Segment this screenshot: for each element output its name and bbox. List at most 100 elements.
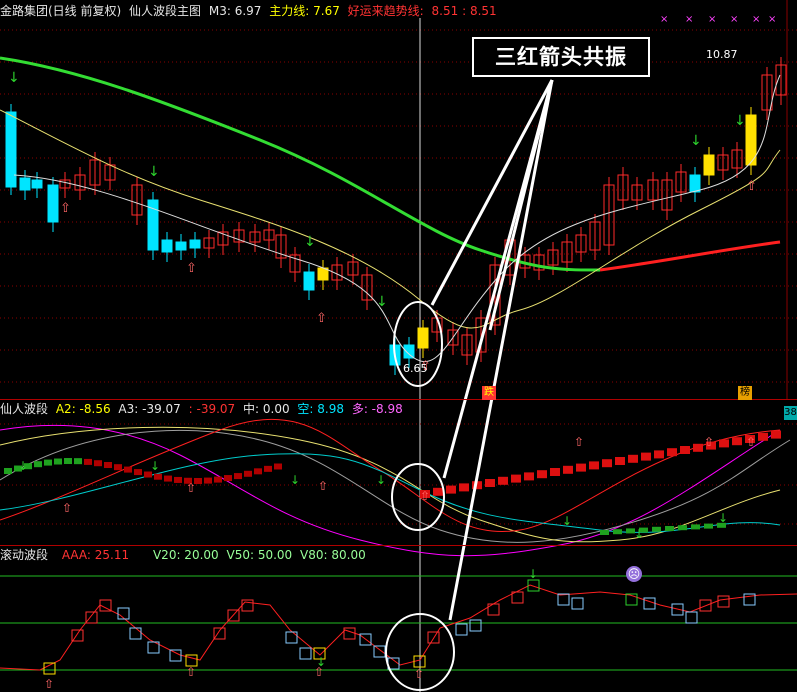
rolling-box bbox=[285, 631, 298, 644]
up-arrow-icon: ⇧ bbox=[420, 489, 430, 503]
up-arrow-icon: ⇧ bbox=[318, 479, 328, 493]
marker-icon: × bbox=[768, 14, 776, 25]
osc-block bbox=[44, 459, 52, 466]
rolling-box bbox=[299, 647, 312, 660]
osc-block bbox=[254, 468, 262, 475]
osc-block bbox=[164, 475, 172, 482]
down-arrow-icon: ↓ bbox=[634, 527, 644, 541]
osc-block bbox=[264, 465, 272, 472]
osc-block bbox=[693, 443, 703, 452]
chart-canvas[interactable]: ↓ ↓ ↓ ↓ ↓ ↓ ⇧ ⇧ ⇧ ⇧ ⇧ × × × × × × ⇧ ⇧ ⇧ ⇧ ⇧ ⇧ ⇧ ↓ ↓ ↓ ↓ ↓ ↓ ↓ ⇧ ⇧ ⇧ ⇧ ↓ ↓ bbox=[0, 0, 797, 692]
osc-block bbox=[433, 487, 443, 496]
osc-gray-line bbox=[0, 429, 791, 543]
osc-block bbox=[124, 466, 132, 473]
rolling-box bbox=[85, 611, 98, 624]
osc-block bbox=[667, 448, 677, 457]
trend-line-label: 好运来趋势线: bbox=[347, 4, 424, 18]
empty-value: 空: 8.98 bbox=[297, 402, 344, 416]
down-arrow-icon: ↓ bbox=[18, 459, 28, 473]
callout-pointer-line bbox=[488, 79, 554, 331]
up-arrow-icon: ⇧ bbox=[44, 677, 54, 691]
rolling-box bbox=[343, 627, 356, 640]
osc-block bbox=[654, 450, 664, 459]
marker-icon: × bbox=[752, 14, 760, 25]
down-arrow-icon: ↓ bbox=[690, 133, 702, 149]
main-pane-header: 金路集团(日线 前复权) 仙人波段主图 M3: 6.97 主力线: 7.67 好… bbox=[0, 2, 501, 20]
osc-magenta-line bbox=[0, 424, 781, 557]
v80-value: V80: 80.00 bbox=[300, 548, 366, 562]
oscillator-header: 仙人波段 A2: -8.56 A3: -39.07 : -39.07 中: 0.… bbox=[0, 400, 407, 418]
up-arrow-icon: ⇧ bbox=[414, 667, 424, 681]
ma-white-line bbox=[13, 74, 781, 362]
osc-block bbox=[576, 463, 586, 472]
rolling-title: 滚动波段 bbox=[0, 548, 49, 562]
down-arrow-icon: ↓ bbox=[562, 514, 572, 528]
rolling-box bbox=[643, 597, 656, 610]
scale-tag: 38 bbox=[784, 406, 797, 420]
many-value: 多: -8.98 bbox=[351, 402, 403, 416]
aaa-value: AAA: 25.11 bbox=[61, 548, 130, 562]
rolling-header: 滚动波段 AAA: 25.11 V20: 20.00 V50: 50.00 V8… bbox=[0, 546, 370, 564]
up-arrow-icon: ⇧ bbox=[704, 435, 714, 449]
candle-body bbox=[689, 174, 701, 193]
osc-block bbox=[524, 472, 534, 481]
osc-block bbox=[615, 457, 625, 465]
osc-block bbox=[459, 483, 469, 492]
osc-block bbox=[74, 458, 82, 465]
high-price-label: 10.87 bbox=[706, 48, 738, 61]
callout-pointer-line bbox=[430, 79, 554, 306]
osc-block bbox=[589, 461, 599, 470]
osc-block bbox=[758, 432, 768, 441]
rolling-box bbox=[129, 627, 142, 640]
down-arrow-icon: ↓ bbox=[8, 70, 20, 86]
down-arrow-icon: ↓ bbox=[304, 234, 316, 250]
main-candlestick-pane[interactable]: ↓↓↓↓↓↓⇧⇧⇧⇧⇧× × × × × × bbox=[0, 14, 787, 375]
rolling-box bbox=[169, 649, 182, 662]
marker-icon: × bbox=[730, 14, 738, 25]
osc-block bbox=[613, 529, 622, 535]
down-arrow-icon: ↓ bbox=[376, 294, 388, 310]
a2-value: A2: -8.56 bbox=[55, 402, 111, 416]
osc-block bbox=[691, 524, 700, 530]
osc-block bbox=[537, 470, 547, 479]
v20-value: V20: 20.00 bbox=[152, 548, 219, 562]
candle-body bbox=[19, 177, 31, 191]
osc-block bbox=[244, 470, 252, 477]
osc-block bbox=[628, 454, 638, 463]
up-arrow-icon: ⇧ bbox=[186, 261, 197, 276]
candle-body bbox=[403, 344, 415, 359]
a3-value: A3: -39.07 bbox=[118, 402, 181, 416]
up-arrow-icon: ⇧ bbox=[186, 665, 196, 679]
candle-body bbox=[303, 271, 315, 291]
trend-line-values: 8.51 : 8.51 bbox=[431, 4, 497, 18]
highlight-ellipse-osc bbox=[391, 463, 445, 531]
v50-value: V50: 50.00 bbox=[226, 548, 293, 562]
main-line-value: 主力线: 7.67 bbox=[269, 4, 340, 18]
candle-body bbox=[417, 327, 429, 349]
down-arrow-icon: ↓ bbox=[718, 511, 728, 525]
osc-block bbox=[234, 473, 242, 480]
candle-body bbox=[5, 111, 17, 188]
down-arrow-icon: ↓ bbox=[148, 164, 160, 180]
down-arrow-icon: ↓ bbox=[376, 473, 386, 487]
annotation-layer bbox=[385, 79, 554, 691]
osc-block bbox=[204, 477, 212, 484]
rolling-box bbox=[571, 597, 584, 610]
a3-secondary-value: : -39.07 bbox=[188, 402, 236, 416]
osc-block bbox=[214, 476, 222, 483]
osc-block bbox=[563, 465, 573, 474]
up-arrow-icon: ⇧ bbox=[746, 179, 757, 194]
osc-block bbox=[94, 460, 102, 467]
up-arrow-icon: ⇧ bbox=[316, 311, 327, 326]
osc-block bbox=[704, 523, 713, 529]
osc-block bbox=[114, 464, 122, 471]
down-arrow-icon: ↓ bbox=[290, 473, 300, 487]
rolling-box bbox=[557, 593, 570, 606]
osc-block bbox=[4, 468, 12, 474]
osc-block bbox=[498, 476, 508, 485]
rolling-band-pane[interactable]: ⇧⇧ ⇧ ⇧↓↓ bbox=[0, 567, 797, 691]
rolling-box bbox=[455, 623, 468, 636]
up-arrow-icon: ⇧ bbox=[746, 435, 756, 449]
stock-chart-window: ↓ ↓ ↓ ↓ ↓ ↓ ⇧ ⇧ ⇧ ⇧ ⇧ × × × × × × ⇧ ⇧ ⇧ ⇧ ⇧ ⇧ ⇧ ↓ ↓ ↓ ↓ ↓ ↓ ↓ ⇧ ⇧ ⇧ ⇧ ↓ ↓ … bbox=[0, 0, 797, 692]
oscillator-pane[interactable]: ⇧ ⇧ ⇧ ⇧ ⇧ ⇧ ⇧ ↓ ↓ ↓ ↓ ↓ ↓ ↓ bbox=[0, 419, 791, 557]
